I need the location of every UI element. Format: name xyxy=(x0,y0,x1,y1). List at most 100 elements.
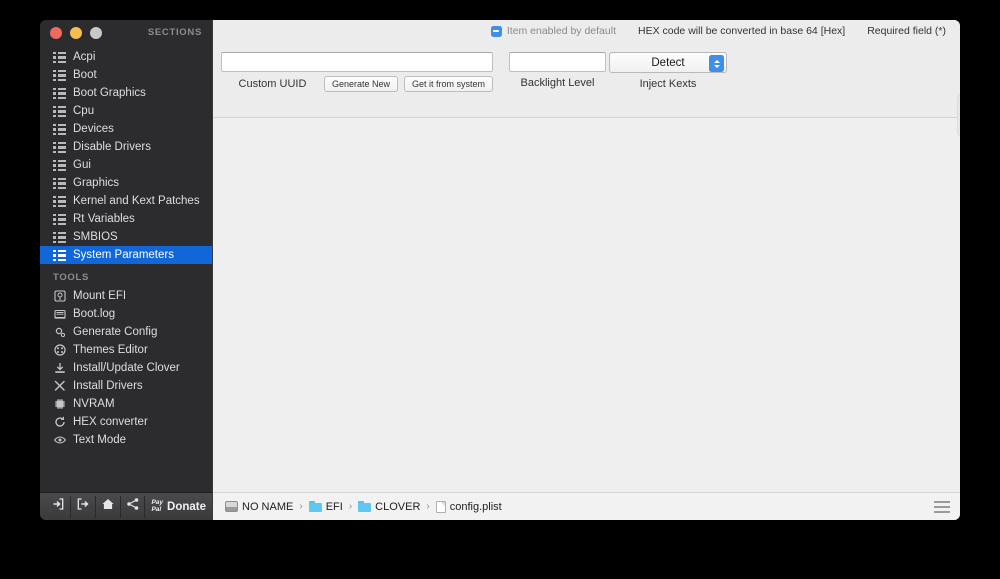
sidebar-item-label: Install Drivers xyxy=(73,380,143,392)
breadcrumb-item-clover[interactable]: CLOVER xyxy=(358,501,420,513)
sidebar-item-label: Gui xyxy=(73,159,91,171)
sidebar-item-mount-efi[interactable]: Mount EFI xyxy=(40,287,212,305)
donate-label: Donate xyxy=(167,500,206,513)
sidebar-item-label: Themes Editor xyxy=(73,344,148,356)
sidebar-item-label: Graphics xyxy=(73,177,120,189)
share-icon xyxy=(126,497,140,516)
sidebar-item-boot-graphics[interactable]: Boot Graphics xyxy=(40,84,212,102)
breadcrumb-item-volume[interactable]: NO NAME xyxy=(225,501,293,513)
flags-group: No Caches Inject System ID ExposeSysVari… xyxy=(957,93,960,137)
list-icon xyxy=(53,123,66,136)
sidebar-item-label: Boot.log xyxy=(73,308,116,320)
list-icon xyxy=(53,213,66,226)
sidebar-item-label: Boot xyxy=(73,69,97,81)
disk-mount-icon xyxy=(53,290,66,303)
sidebar-item-label: HEX converter xyxy=(73,416,148,428)
import-icon xyxy=(51,497,65,516)
sidebar-item-kernel-and-kext-patches[interactable]: Kernel and Kext Patches xyxy=(40,192,212,210)
custom-uuid-label: Custom UUID xyxy=(238,78,307,90)
sidebar-item-label: Mount EFI xyxy=(73,290,127,302)
sidebar-item-label: Boot Graphics xyxy=(73,87,146,99)
sidebar-item-install-update-clover[interactable]: Install/Update Clover xyxy=(40,359,212,377)
sidebar-item-generate-config[interactable]: Generate Config xyxy=(40,323,212,341)
sidebar-item-label: Kernel and Kext Patches xyxy=(73,195,200,207)
list-icon xyxy=(53,87,66,100)
sidebar-item-devices[interactable]: Devices xyxy=(40,120,212,138)
breadcrumb-item-config-plist[interactable]: config.plist xyxy=(435,500,502,513)
legend-enabled-label: Item enabled by default xyxy=(506,25,616,37)
legend-enabled-by-default: Item enabled by default xyxy=(490,25,616,37)
sidebar-item-text-mode[interactable]: Text Mode xyxy=(40,431,212,449)
traffic-lights xyxy=(50,27,102,39)
paypal-logo: Pay Pal xyxy=(151,499,163,513)
sidebar-item-label: Devices xyxy=(73,123,114,135)
sidebar-item-nvram[interactable]: NVRAM xyxy=(40,395,212,413)
share-button[interactable] xyxy=(121,495,146,518)
sidebar-item-label: Cpu xyxy=(73,105,95,117)
sidebar-item-smbios[interactable]: SMBIOS xyxy=(40,228,212,246)
sidebar-item-themes-editor[interactable]: Themes Editor xyxy=(40,341,212,359)
list-icon xyxy=(53,231,66,244)
sidebar-item-label: Disable Drivers xyxy=(73,141,151,153)
sidebar-item-label: Text Mode xyxy=(73,434,127,446)
get-it-from-system-button[interactable]: Get it from system xyxy=(403,76,493,92)
sidebar-item-label: Generate Config xyxy=(73,326,158,338)
sidebar-item-label: Install/Update Clover xyxy=(73,362,180,374)
breadcrumb-label: config.plist xyxy=(449,500,502,513)
folder-icon xyxy=(358,501,372,512)
backlight-level-input[interactable] xyxy=(509,52,606,72)
sidebar-item-hex-converter[interactable]: HEX converter xyxy=(40,413,212,431)
zoom-button xyxy=(90,27,102,39)
sidebar-item-label: System Parameters xyxy=(73,249,174,261)
sidebar-item-label: SMBIOS xyxy=(73,231,118,243)
legend-bar: Item enabled by default HEX code will be… xyxy=(213,20,960,42)
breadcrumb-label: EFI xyxy=(325,500,343,513)
sidebar: SECTIONS Acpi Boot Boot Graphics Cpu Dev… xyxy=(40,20,212,520)
gear-icon xyxy=(53,326,66,339)
status-bar: NO NAME › EFI › CLOVER › config.plist xyxy=(213,492,960,520)
backlight-level-label: Backlight Level xyxy=(520,77,595,89)
import-button[interactable] xyxy=(46,495,71,518)
sidebar-item-boot[interactable]: Boot xyxy=(40,66,212,84)
sidebar-item-disable-drivers[interactable]: Disable Drivers xyxy=(40,138,212,156)
list-icon xyxy=(53,105,66,118)
resize-grip-icon[interactable] xyxy=(934,500,950,513)
custom-uuid-input[interactable] xyxy=(221,52,493,72)
sidebar-item-gui[interactable]: Gui xyxy=(40,156,212,174)
generate-new-button[interactable]: Generate New xyxy=(323,76,398,92)
sidebar-item-rt-variables[interactable]: Rt Variables xyxy=(40,210,212,228)
breadcrumb-separator: › xyxy=(426,501,430,512)
minimize-button[interactable] xyxy=(70,27,82,39)
sidebar-list[interactable]: Acpi Boot Boot Graphics Cpu Devices Disa… xyxy=(40,46,212,492)
list-icon xyxy=(53,159,66,172)
breadcrumb-separator: › xyxy=(348,501,353,512)
sidebar-item-acpi[interactable]: Acpi xyxy=(40,48,212,66)
breadcrumb-label: CLOVER xyxy=(375,500,421,513)
log-file-icon xyxy=(53,308,66,321)
inject-kexts-label: Inject Kexts xyxy=(639,78,697,90)
chevron-updown-icon[interactable] xyxy=(709,55,724,72)
export-button[interactable] xyxy=(71,495,96,518)
inject-kexts-select[interactable]: Detect xyxy=(609,52,727,73)
sidebar-item-boot-log[interactable]: Boot.log xyxy=(40,305,212,323)
paypal-line2: Pal xyxy=(151,505,162,513)
sidebar-item-system-parameters[interactable]: System Parameters xyxy=(40,246,212,264)
breadcrumb-item-efi[interactable]: EFI xyxy=(308,500,343,513)
sidebar-item-cpu[interactable]: Cpu xyxy=(40,102,212,120)
breadcrumb-label: NO NAME xyxy=(242,500,294,513)
sidebar-item-graphics[interactable]: Graphics xyxy=(40,174,212,192)
folder-icon xyxy=(308,501,322,512)
breadcrumb-separator: › xyxy=(299,501,303,512)
list-icon xyxy=(53,249,66,262)
sidebar-item-install-drivers[interactable]: Install Drivers xyxy=(40,377,212,395)
inject-kexts-value: Detect xyxy=(651,56,685,69)
tools-header: TOOLS xyxy=(53,272,90,283)
sidebar-bottom-toolbar: Pay Pal Donate xyxy=(40,492,212,520)
content-area: Item enabled by default HEX code will be… xyxy=(212,20,960,520)
close-button[interactable] xyxy=(50,27,62,39)
home-button[interactable] xyxy=(96,495,121,518)
mixed-checkbox-icon xyxy=(490,25,502,37)
palette-icon xyxy=(53,344,66,357)
donate-button[interactable]: Pay Pal Donate xyxy=(145,496,212,518)
document-icon xyxy=(435,500,446,513)
